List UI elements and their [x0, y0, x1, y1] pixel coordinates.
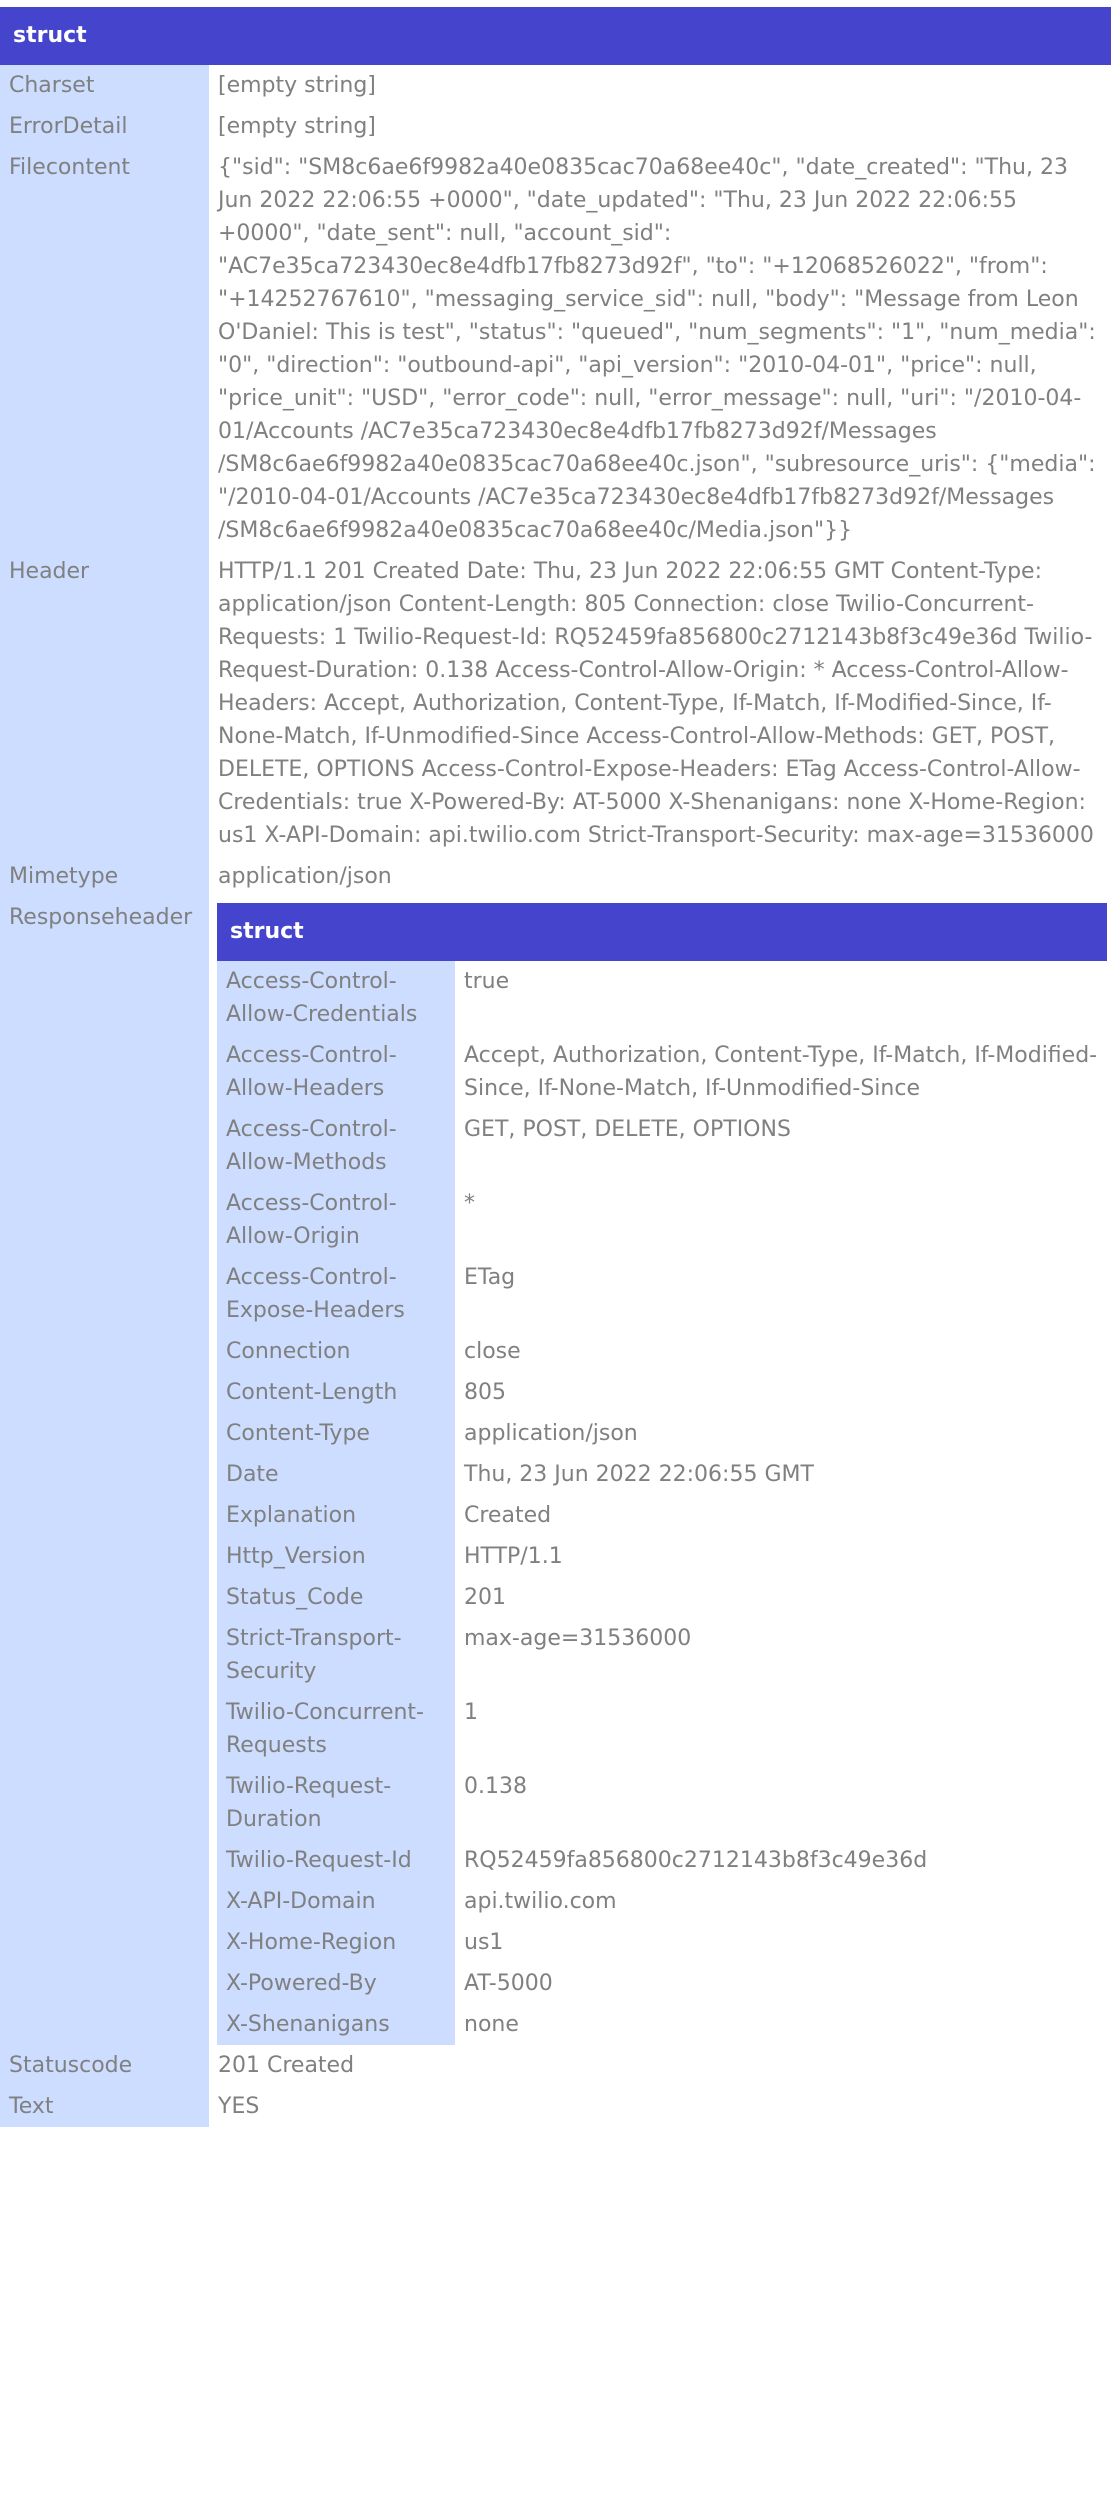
nested-table-row: Content-Type application/json	[217, 1413, 1107, 1454]
nested-table-row: Access-Control-Allow-Origin *	[217, 1183, 1107, 1257]
nested-row-key[interactable]: Connection	[217, 1331, 455, 1372]
nested-row-value: Thu, 23 Jun 2022 22:06:55 GMT	[464, 1462, 814, 1487]
nested-row-key[interactable]: Twilio-Request-Id	[217, 1840, 455, 1881]
nested-table-row: X-Shenanigans none	[217, 2004, 1107, 2045]
row-key[interactable]: Statuscode	[0, 2045, 209, 2086]
nested-table-row: Access-Control-Allow-Credentials true	[217, 961, 1107, 1035]
nested-row-key[interactable]: Access-Control-Allow-Origin	[217, 1183, 455, 1257]
row-value: YES	[218, 2094, 260, 2119]
nested-table-row: Connection close	[217, 1331, 1107, 1372]
nested-struct-table: struct Access-Control-Allow-Credentials t…	[217, 903, 1107, 2045]
nested-row-key[interactable]: Explanation	[217, 1495, 455, 1536]
nested-row-key[interactable]: Content-Type	[217, 1413, 455, 1454]
nested-row-value: us1	[464, 1930, 504, 1955]
nested-row-value: 805	[464, 1380, 506, 1405]
nested-row-value: none	[464, 2012, 519, 2037]
nested-row-key[interactable]: X-Powered-By	[217, 1963, 455, 2004]
nested-row-key[interactable]: Http_Version	[217, 1536, 455, 1577]
nested-row-key[interactable]: Date	[217, 1454, 455, 1495]
table-row-mimetype: Mimetype application/json	[0, 856, 1111, 897]
nested-table-row: Twilio-Request-Duration 0.138	[217, 1766, 1107, 1840]
nested-table-row: Access-Control-Allow-Methods GET, POST, D…	[217, 1109, 1107, 1183]
nested-row-value: 1	[464, 1700, 478, 1725]
nested-table-row: X-API-Domain api.twilio.com	[217, 1881, 1107, 1922]
nested-table-row: Twilio-Concurrent-Requests 1	[217, 1692, 1107, 1766]
struct-header[interactable]: struct	[0, 7, 1111, 65]
row-key[interactable]: Filecontent	[0, 147, 209, 551]
nested-row-key[interactable]: Access-Control-Allow-Methods	[217, 1109, 455, 1183]
nested-table-row: Status_Code 201	[217, 1577, 1107, 1618]
nested-row-key[interactable]: Access-Control-Expose-Headers	[217, 1257, 455, 1331]
nested-row-key[interactable]: Content-Length	[217, 1372, 455, 1413]
nested-table-row: X-Powered-By AT-5000	[217, 1963, 1107, 2004]
row-value-nested: struct Access-Control-Allow-Credentials t…	[209, 897, 1111, 2045]
nested-row-key[interactable]: Strict-Transport-Security	[217, 1618, 455, 1692]
nested-row-value: AT-5000	[464, 1971, 553, 1996]
row-value: {"sid": "SM8c6ae6f9982a40e0835cac70a68ee…	[218, 155, 1096, 543]
table-row-text: Text YES	[0, 2086, 1111, 2127]
nested-table-row: Access-Control-Allow-Headers Accept, Auth…	[217, 1035, 1107, 1109]
nested-table-row: Content-Length 805	[217, 1372, 1107, 1413]
nested-row-key[interactable]: X-Shenanigans	[217, 2004, 455, 2045]
nested-table-row: X-Home-Region us1	[217, 1922, 1107, 1963]
nested-table-row: Access-Control-Expose-Headers ETag	[217, 1257, 1107, 1331]
table-row-errordetail: ErrorDetail [empty string]	[0, 106, 1111, 147]
nested-row-value: Created	[464, 1503, 552, 1528]
nested-table-row: Explanation Created	[217, 1495, 1107, 1536]
nested-row-value: GET, POST, DELETE, OPTIONS	[464, 1117, 791, 1142]
row-value: [empty string]	[218, 73, 376, 98]
table-row-responseheader: Responseheader struct Access-Control-All…	[0, 897, 1111, 2045]
row-value: 201 Created	[218, 2053, 355, 2078]
nested-row-value: ETag	[464, 1265, 516, 1290]
nested-row-key[interactable]: Twilio-Concurrent-Requests	[217, 1692, 455, 1766]
nested-row-value: 201	[464, 1585, 506, 1610]
nested-row-value: 0.138	[464, 1774, 527, 1799]
nested-table-row: Http_Version HTTP/1.1	[217, 1536, 1107, 1577]
nested-table-row: Twilio-Request-Id RQ52459fa856800c2712143…	[217, 1840, 1107, 1881]
nested-row-value: max-age=31536000	[464, 1626, 692, 1651]
nested-row-value: HTTP/1.1	[464, 1544, 563, 1569]
row-key[interactable]: Text	[0, 2086, 209, 2127]
table-row-header: Header HTTP/1.1 201 Created Date: Thu, 2…	[0, 551, 1111, 856]
nested-row-value: RQ52459fa856800c2712143b8f3c49e36d	[464, 1848, 928, 1873]
nested-struct-header[interactable]: struct	[217, 903, 1107, 961]
struct-dump: struct Charset [empty string] ErrorDetai…	[0, 0, 1111, 2127]
nested-row-value: true	[464, 969, 510, 994]
row-key[interactable]: ErrorDetail	[0, 106, 209, 147]
nested-row-value: Accept, Authorization, Content-Type, If-…	[464, 1043, 1098, 1101]
nested-row-value: *	[464, 1191, 475, 1216]
table-row-filecontent: Filecontent {"sid": "SM8c6ae6f9982a40e08…	[0, 147, 1111, 551]
row-value: application/json	[218, 864, 392, 889]
nested-struct-body: Access-Control-Allow-Credentials true Acce…	[217, 961, 1107, 2045]
row-value: [empty string]	[218, 114, 376, 139]
struct-table: struct Charset [empty string] ErrorDetai…	[0, 7, 1111, 2127]
nested-row-value: close	[464, 1339, 521, 1364]
nested-row-key[interactable]: X-API-Domain	[217, 1881, 455, 1922]
nested-row-key[interactable]: Status_Code	[217, 1577, 455, 1618]
row-key[interactable]: Charset	[0, 65, 209, 106]
nested-row-value: application/json	[464, 1421, 638, 1446]
nested-row-value: api.twilio.com	[464, 1889, 617, 1914]
row-key[interactable]: Responseheader	[0, 897, 209, 2045]
row-value: HTTP/1.1 201 Created Date: Thu, 23 Jun 2…	[218, 559, 1094, 848]
nested-row-key[interactable]: Access-Control-Allow-Credentials	[217, 961, 455, 1035]
table-row-statuscode: Statuscode 201 Created	[0, 2045, 1111, 2086]
nested-row-key[interactable]: Access-Control-Allow-Headers	[217, 1035, 455, 1109]
nested-table-row: Date Thu, 23 Jun 2022 22:06:55 GMT	[217, 1454, 1107, 1495]
table-row-charset: Charset [empty string]	[0, 65, 1111, 106]
row-key[interactable]: Mimetype	[0, 856, 209, 897]
nested-row-key[interactable]: Twilio-Request-Duration	[217, 1766, 455, 1840]
row-key[interactable]: Header	[0, 551, 209, 856]
nested-row-key[interactable]: X-Home-Region	[217, 1922, 455, 1963]
nested-table-row: Strict-Transport-Security max-age=3153600…	[217, 1618, 1107, 1692]
